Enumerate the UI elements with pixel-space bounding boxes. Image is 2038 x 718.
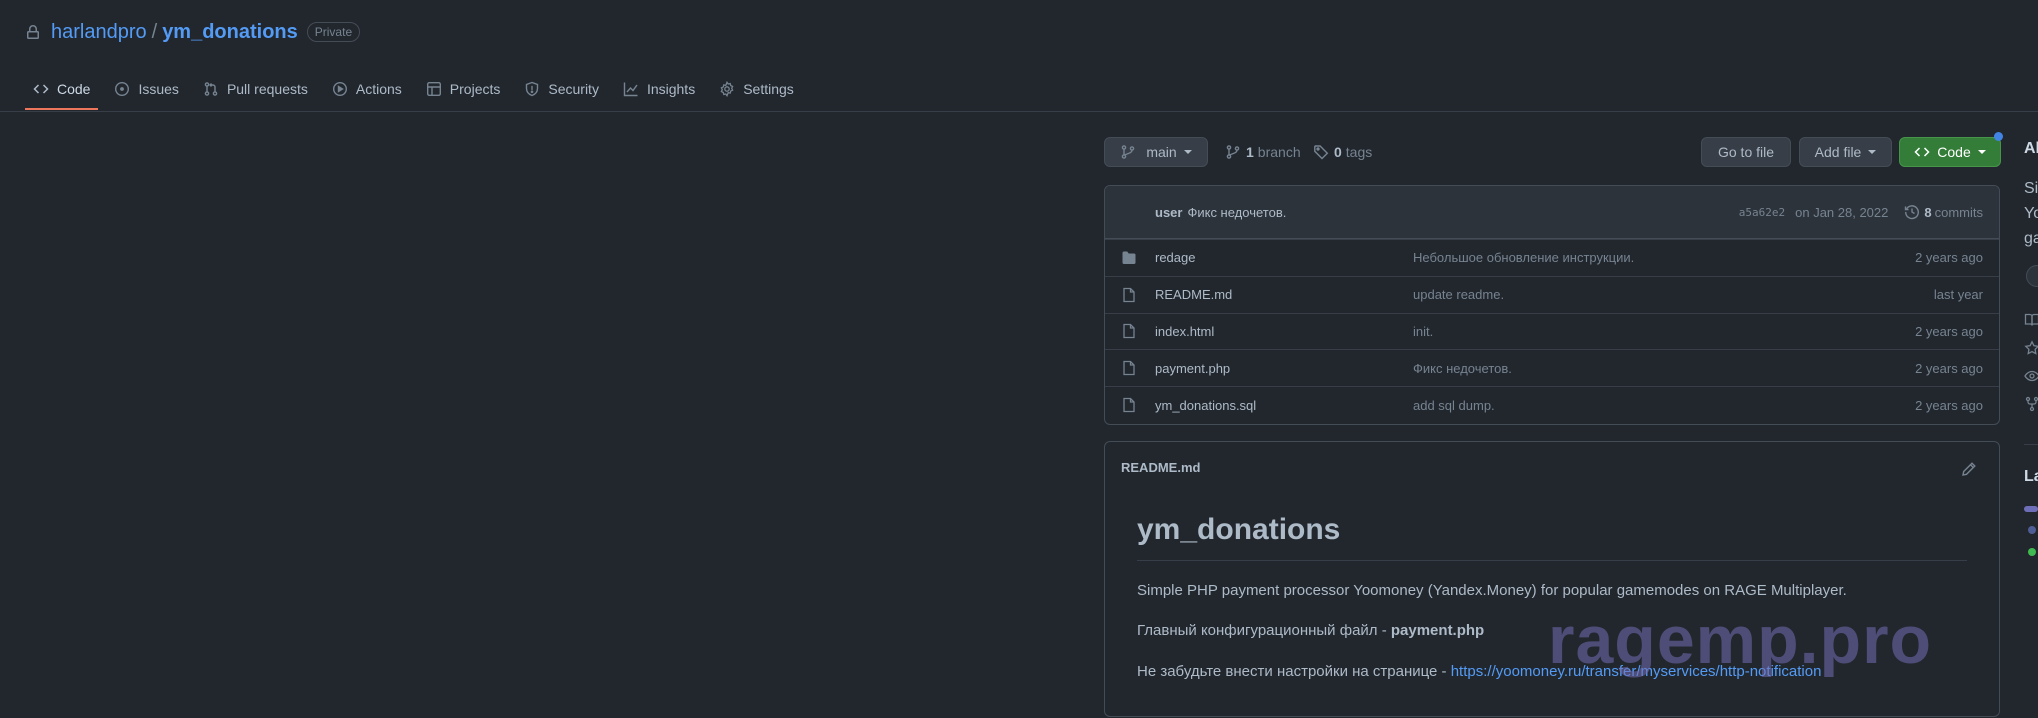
table-icon bbox=[426, 82, 441, 97]
shield-icon bbox=[526, 81, 539, 97]
tag-icon bbox=[1314, 145, 1329, 160]
file-age: 2 years ago bbox=[1915, 360, 1983, 376]
file-commit-message[interactable]: add sql dump. bbox=[1413, 398, 1915, 413]
star-icon[interactable] bbox=[2024, 340, 2038, 356]
pull-request-icon bbox=[204, 82, 218, 96]
history-icon bbox=[1905, 205, 1920, 220]
readme-divider bbox=[1137, 560, 1967, 561]
about-description: Si bbox=[2024, 180, 2038, 197]
issue-icon bbox=[115, 81, 130, 97]
commit-message[interactable]: Фикс недочетов. bbox=[1187, 205, 1286, 220]
commit-label: commits bbox=[1934, 204, 1983, 220]
commit-count: 8 bbox=[1924, 204, 1932, 220]
file-commit-message[interactable]: update readme. bbox=[1413, 287, 1934, 302]
commit-author[interactable]: user bbox=[1155, 205, 1182, 220]
languages-heading: La bbox=[2024, 468, 2038, 485]
file-age: 2 years ago bbox=[1915, 250, 1983, 266]
repo-header: harlandpro / ym_donations Private bbox=[25, 18, 361, 46]
file-name[interactable]: README.md bbox=[1155, 287, 1413, 302]
file-icon bbox=[1123, 287, 1135, 302]
visibility-badge: Private bbox=[306, 22, 361, 42]
book-icon[interactable] bbox=[2024, 312, 2038, 328]
commits-link[interactable]: 8 commits bbox=[1904, 204, 1983, 220]
file-name[interactable]: index.html bbox=[1155, 324, 1413, 339]
file-age: 2 years ago bbox=[1915, 397, 1983, 413]
chevron-down-icon bbox=[1183, 150, 1192, 154]
topic-tag[interactable] bbox=[2026, 265, 2038, 287]
tag-count: 0 bbox=[1334, 144, 1342, 160]
file-browser: user Фикс недочетов. a5a62e2 on Jan 28, … bbox=[1104, 185, 2000, 425]
file-name[interactable]: redage bbox=[1155, 250, 1413, 265]
language-dot bbox=[2028, 526, 2036, 534]
file-name[interactable]: payment.php bbox=[1155, 361, 1413, 376]
repo-nav: Code Issues Pull requests Actions Projec… bbox=[25, 70, 810, 112]
file-commit-message[interactable]: init. bbox=[1413, 324, 1915, 339]
branch-selector[interactable]: main bbox=[1104, 137, 1208, 167]
file-icon bbox=[1123, 361, 1135, 376]
readme-paragraph: Главный конфигурационный файл - payment.… bbox=[1137, 622, 1485, 639]
file-commit-message[interactable]: Небольшое обновление инструкции. bbox=[1413, 250, 1915, 265]
latest-commit-bar: user Фикс недочетов. a5a62e2 on Jan 28, … bbox=[1105, 186, 1999, 239]
readme-title: ym_donations bbox=[1137, 513, 1341, 546]
header-divider bbox=[0, 111, 2038, 112]
branch-icon bbox=[1226, 145, 1240, 159]
code-dropdown-button[interactable]: Code bbox=[1899, 137, 2001, 167]
sidebar-divider bbox=[2024, 444, 2038, 445]
tags-link[interactable]: 0 tags bbox=[1313, 143, 1372, 161]
readme-paragraph: Simple PHP payment processor Yoomoney (Y… bbox=[1137, 582, 1847, 599]
file-name[interactable]: ym_donations.sql bbox=[1155, 398, 1413, 413]
file-commit-message[interactable]: Фикс недочетов. bbox=[1413, 361, 1915, 376]
chevron-down-icon bbox=[1977, 150, 1986, 154]
commit-sha[interactable]: a5a62e2 bbox=[1739, 206, 1785, 219]
tab-pull-requests[interactable]: Pull requests bbox=[195, 70, 316, 108]
notification-dot bbox=[1994, 132, 2003, 141]
file-row[interactable]: index.html init. 2 years ago bbox=[1105, 312, 1999, 350]
code-icon bbox=[33, 84, 49, 94]
tab-security[interactable]: Security bbox=[516, 70, 607, 108]
tab-code[interactable]: Code bbox=[25, 70, 99, 110]
repo-name-link[interactable]: ym_donations bbox=[162, 21, 298, 44]
branch-label: branch bbox=[1257, 144, 1301, 160]
commit-date: on Jan 28, 2022 bbox=[1795, 204, 1889, 220]
play-icon bbox=[332, 81, 347, 97]
tab-issues[interactable]: Issues bbox=[106, 70, 186, 108]
branches-link[interactable]: 1 branch bbox=[1225, 143, 1301, 161]
watermark: ragemp.pro bbox=[1548, 602, 1933, 678]
repo-owner-link[interactable]: harlandpro bbox=[51, 21, 147, 44]
file-age: 2 years ago bbox=[1915, 323, 1983, 339]
pencil-icon[interactable] bbox=[1961, 461, 1977, 477]
graph-icon bbox=[623, 82, 638, 97]
file-icon bbox=[1123, 324, 1135, 339]
fork-icon[interactable] bbox=[2024, 396, 2038, 412]
file-row[interactable]: payment.php Фикс недочетов. 2 years ago bbox=[1105, 349, 1999, 386]
file-icon bbox=[1123, 397, 1135, 413]
config-filename: payment.php bbox=[1390, 622, 1485, 639]
file-row[interactable]: README.md update readme. last year bbox=[1105, 275, 1999, 313]
add-file-button[interactable]: Add file bbox=[1799, 137, 1892, 167]
tab-actions[interactable]: Actions bbox=[324, 70, 410, 108]
code-icon bbox=[1914, 147, 1930, 157]
readme-filename[interactable]: README.md bbox=[1121, 460, 1200, 475]
chevron-down-icon bbox=[1868, 150, 1877, 154]
file-age: last year bbox=[1933, 287, 1983, 303]
file-row[interactable]: redage Небольшое обновление инструкции. … bbox=[1105, 239, 1999, 276]
about-description: Yo bbox=[2024, 205, 2038, 222]
path-separator: / bbox=[151, 20, 158, 43]
go-to-file-button[interactable]: Go to file bbox=[1701, 137, 1791, 167]
tab-projects[interactable]: Projects bbox=[418, 70, 509, 108]
tab-insights[interactable]: Insights bbox=[615, 70, 703, 108]
folder-icon bbox=[1122, 251, 1136, 264]
branch-icon bbox=[1122, 145, 1135, 159]
language-dot bbox=[2028, 548, 2036, 556]
file-row[interactable]: ym_donations.sql add sql dump. 2 years a… bbox=[1105, 386, 1999, 423]
about-description: ga bbox=[2024, 230, 2038, 247]
tab-settings[interactable]: Settings bbox=[711, 70, 802, 108]
language-bar bbox=[2024, 506, 2038, 512]
gear-icon bbox=[720, 81, 734, 97]
branch-count: 1 bbox=[1246, 144, 1254, 160]
lock-icon bbox=[25, 24, 41, 40]
eye-icon[interactable] bbox=[2024, 368, 2038, 384]
tag-label: tags bbox=[1345, 144, 1373, 160]
about-heading: Al bbox=[2024, 140, 2038, 157]
